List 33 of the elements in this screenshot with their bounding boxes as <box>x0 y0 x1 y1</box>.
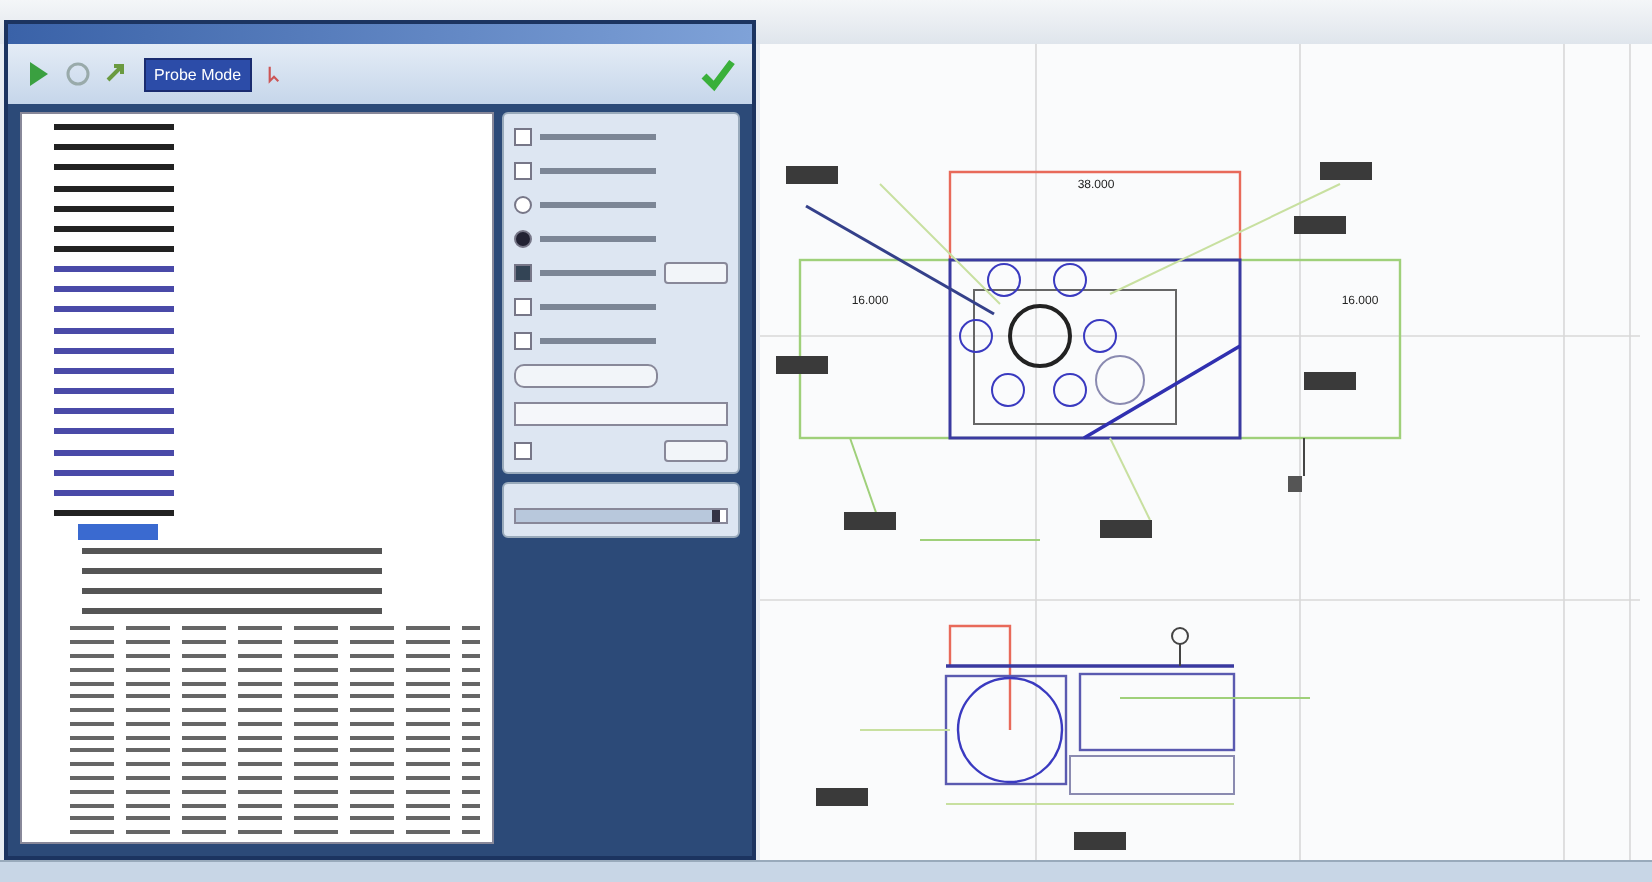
option-label-line <box>540 303 656 309</box>
option-label-line <box>540 337 656 343</box>
option-label-line <box>540 269 656 275</box>
checkbox[interactable] <box>514 297 532 315</box>
radio-button[interactable] <box>514 229 532 247</box>
play-icon[interactable] <box>24 60 52 88</box>
checkbox[interactable] <box>514 441 532 459</box>
wide-button[interactable] <box>514 364 658 388</box>
slider-track[interactable] <box>514 508 728 524</box>
dimension-tag <box>844 512 896 530</box>
dimension-tag <box>1304 372 1356 390</box>
checkmark-icon[interactable] <box>700 56 736 92</box>
cursor-icon[interactable] <box>263 62 284 86</box>
option-label-line <box>540 133 656 139</box>
dimension-tag <box>1320 162 1372 180</box>
probe-mode-button[interactable]: Probe Mode <box>144 57 252 91</box>
dimension-tag <box>776 356 828 374</box>
dimension-tag <box>1074 832 1126 850</box>
radio-button[interactable] <box>514 195 532 213</box>
dimension-tag <box>1294 216 1346 234</box>
checkbox[interactable] <box>514 161 532 179</box>
option-label-line <box>540 235 656 241</box>
path-field[interactable] <box>514 402 728 426</box>
checkbox[interactable] <box>514 127 532 145</box>
checkbox[interactable] <box>514 263 532 281</box>
dimension-tag <box>786 166 838 184</box>
option-button[interactable] <box>664 261 728 283</box>
checkbox[interactable] <box>514 331 532 349</box>
dimension-tag <box>816 788 868 806</box>
option-button[interactable] <box>664 439 728 461</box>
dimension-tag <box>1100 520 1152 538</box>
option-label-line <box>540 167 656 173</box>
option-label-line <box>540 201 656 207</box>
